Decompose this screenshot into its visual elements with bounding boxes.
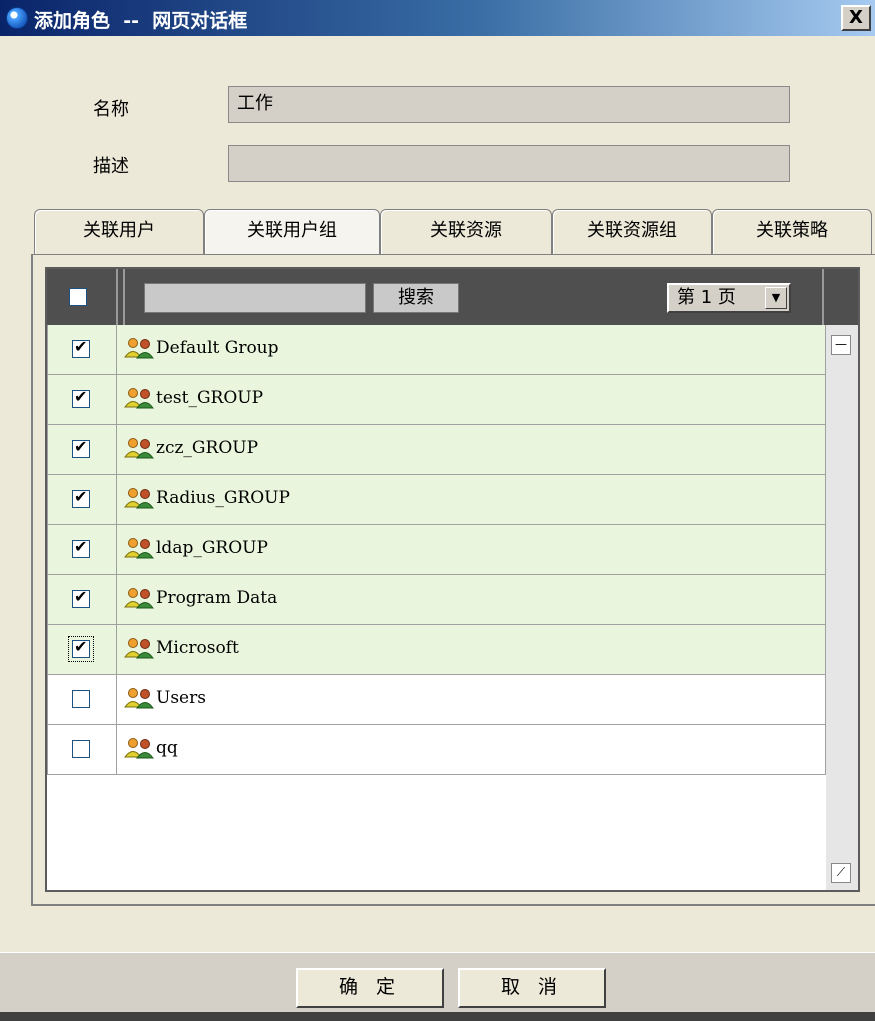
table-row[interactable]: Program Data bbox=[47, 575, 826, 625]
cell-divider bbox=[116, 725, 117, 775]
user-group-icon bbox=[124, 488, 154, 509]
table-row[interactable]: test_GROUP bbox=[47, 375, 826, 425]
group-name: Default Group bbox=[156, 338, 279, 358]
page-select-value: 第 1 页 bbox=[677, 287, 736, 308]
group-name: Radius_GROUP bbox=[156, 488, 290, 508]
user-group-icon bbox=[124, 338, 154, 359]
cell-divider bbox=[116, 325, 117, 375]
user-group-icon bbox=[124, 538, 154, 559]
dialog-footer: 确 定 取 消 bbox=[0, 952, 875, 1021]
name-field[interactable]: 工作 bbox=[228, 86, 790, 123]
description-label: 描述 bbox=[93, 156, 129, 177]
user-group-icon bbox=[124, 738, 154, 759]
tab-related-user-groups[interactable]: 关联用户组 bbox=[204, 209, 380, 255]
table-row[interactable]: zcz_GROUP bbox=[47, 425, 826, 475]
name-label: 名称 bbox=[93, 99, 129, 120]
row-checkbox[interactable] bbox=[68, 636, 94, 662]
tab-related-resource-groups[interactable]: 关联资源组 bbox=[552, 209, 712, 255]
scroll-up-icon[interactable]: — bbox=[831, 335, 851, 355]
row-checkbox[interactable] bbox=[72, 337, 90, 358]
group-grid: 搜索 第 1 页 ▼ Default Group test_GROUP zcz_GR… bbox=[45, 267, 860, 892]
tab-related-policies[interactable]: 关联策略 bbox=[712, 209, 872, 255]
ok-button[interactable]: 确 定 bbox=[296, 968, 444, 1008]
search-button[interactable]: 搜索 bbox=[373, 283, 459, 313]
dropdown-arrow-icon[interactable]: ▼ bbox=[765, 287, 787, 309]
cell-divider bbox=[116, 625, 117, 675]
tab-related-resources[interactable]: 关联资源 bbox=[380, 209, 552, 255]
scroll-down-icon[interactable]: ⟋ bbox=[831, 863, 851, 883]
footer-edge bbox=[0, 1012, 875, 1021]
group-name: test_GROUP bbox=[156, 388, 264, 408]
table-row[interactable]: Microsoft bbox=[47, 625, 826, 675]
group-name: Users bbox=[156, 688, 206, 708]
tab-strip: 关联用户 关联用户组 关联资源 关联资源组 关联策略 bbox=[34, 209, 874, 255]
user-group-icon bbox=[124, 388, 154, 409]
row-checkbox[interactable] bbox=[72, 537, 90, 558]
table-row[interactable]: Radius_GROUP bbox=[47, 475, 826, 525]
row-checkbox[interactable] bbox=[72, 387, 90, 408]
cell-divider bbox=[116, 375, 117, 425]
user-group-icon bbox=[124, 438, 154, 459]
description-field[interactable] bbox=[228, 145, 790, 182]
group-name: zcz_GROUP bbox=[156, 438, 259, 458]
ie-icon bbox=[6, 7, 28, 29]
table-row[interactable]: qq bbox=[47, 725, 826, 775]
row-checkbox[interactable] bbox=[72, 690, 90, 708]
toolbar-divider bbox=[822, 269, 824, 325]
group-name: Program Data bbox=[156, 588, 278, 608]
group-name: Microsoft bbox=[156, 638, 239, 658]
user-group-icon bbox=[124, 638, 154, 659]
window-title: 添加角色 -- 网页对话框 bbox=[34, 10, 248, 32]
cell-divider bbox=[116, 575, 117, 625]
tab-panel: 搜索 第 1 页 ▼ Default Group test_GROUP zcz_GR… bbox=[31, 254, 875, 906]
page-select[interactable]: 第 1 页 ▼ bbox=[667, 283, 791, 313]
close-button[interactable]: X bbox=[841, 5, 871, 31]
tab-related-users[interactable]: 关联用户 bbox=[34, 209, 204, 255]
user-group-icon bbox=[124, 588, 154, 609]
group-name: ldap_GROUP bbox=[156, 538, 268, 558]
select-all-checkbox[interactable] bbox=[69, 288, 87, 306]
title-bar: 添加角色 -- 网页对话框 X bbox=[0, 0, 875, 36]
table-row[interactable]: Default Group bbox=[47, 325, 826, 375]
grid-toolbar: 搜索 第 1 页 ▼ bbox=[47, 269, 858, 325]
row-checkbox[interactable] bbox=[72, 437, 90, 458]
cell-divider bbox=[116, 425, 117, 475]
cell-divider bbox=[116, 675, 117, 725]
search-input[interactable] bbox=[144, 283, 366, 313]
cell-divider bbox=[116, 525, 117, 575]
row-checkbox[interactable] bbox=[72, 740, 90, 758]
group-name: qq bbox=[156, 738, 178, 758]
table-row[interactable]: Users bbox=[47, 675, 826, 725]
table-row[interactable]: ldap_GROUP bbox=[47, 525, 826, 575]
row-checkbox[interactable] bbox=[72, 587, 90, 608]
toolbar-divider bbox=[116, 269, 118, 325]
user-group-icon bbox=[124, 688, 154, 709]
cell-divider bbox=[116, 475, 117, 525]
toolbar-divider bbox=[123, 269, 125, 325]
vertical-scrollbar[interactable]: — ⟋ bbox=[826, 325, 858, 890]
cancel-button[interactable]: 取 消 bbox=[458, 968, 606, 1008]
row-checkbox[interactable] bbox=[72, 487, 90, 508]
